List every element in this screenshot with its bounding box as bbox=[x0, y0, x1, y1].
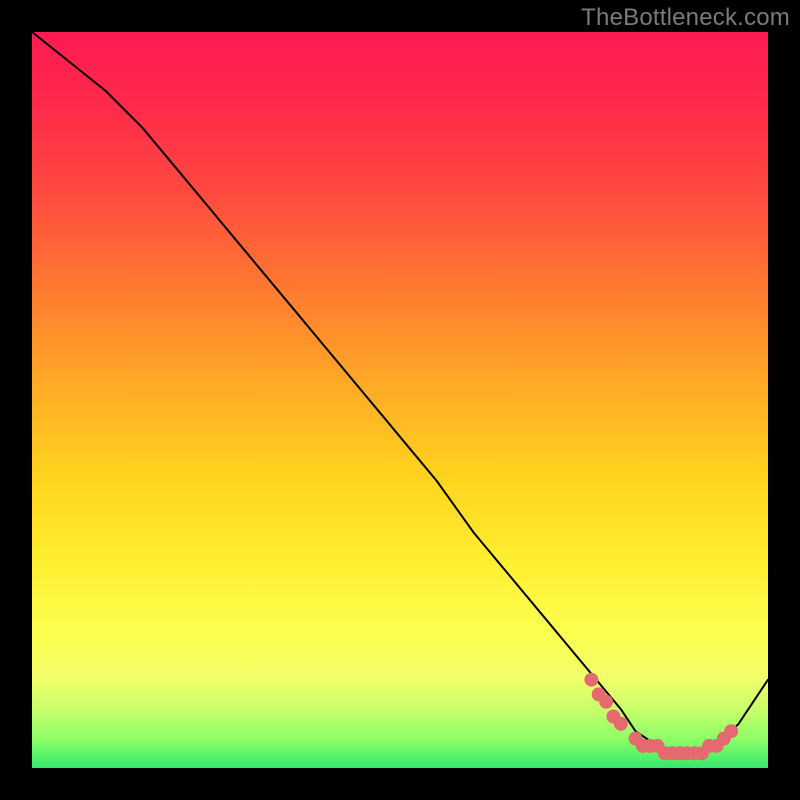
highlight-dot bbox=[614, 717, 628, 731]
chart-frame: TheBottleneck.com bbox=[0, 0, 800, 800]
highlight-dot bbox=[724, 724, 738, 738]
watermark-text: TheBottleneck.com bbox=[581, 4, 790, 32]
highlight-dot bbox=[584, 673, 598, 687]
highlight-dot bbox=[599, 695, 613, 709]
highlight-dots-group bbox=[584, 673, 738, 761]
bottleneck-curve bbox=[32, 32, 768, 753]
chart-svg bbox=[32, 32, 768, 768]
